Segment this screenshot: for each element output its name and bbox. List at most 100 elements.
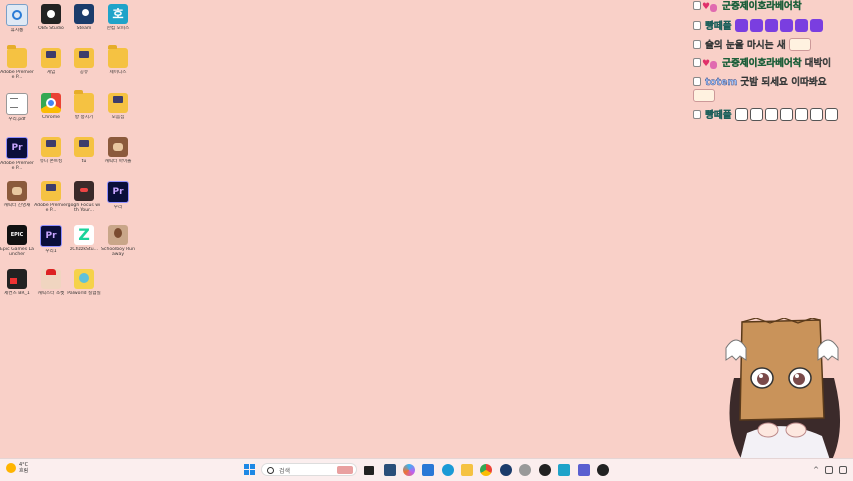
search-icon [267,467,274,474]
emote-icon [779,108,793,121]
chzzk-icon: Z [74,225,94,245]
chat-username: 빵떼플 [705,21,732,32]
emote-icon [749,108,763,121]
subscriber-badge-icon [693,21,701,30]
desktop-icon-recycle-bin[interactable]: 휴지통 [0,4,34,33]
desktop-icon-character-socket[interactable]: 캐릭스터 소켓 [34,269,68,296]
emote-icon [779,19,793,32]
desktop-icon-folder-2[interactable]: 방 송시기 [67,90,101,120]
desktop-icon-premiere-project[interactable]: Pr 우리 [101,181,135,210]
desktop-icon-premiere-3[interactable]: Adobe Premiere P... [34,181,68,214]
desktop-icon-obs[interactable]: OBS Studio [34,4,68,31]
subscriber-badge-icon [693,110,701,119]
desktop-icon-character-1[interactable]: 캐릭터 아이돌 [101,137,135,164]
desktop-icon-pdf[interactable]: 우리.pdf [0,93,34,122]
subscriber-badge-icon [693,1,701,10]
desktop-icon-folder-3[interactable]: 모음집 [101,93,135,120]
phone-icon [7,269,27,289]
steam-icon [74,4,94,24]
desktop-icon-seconds[interactable]: 세컨즈 BR_1 [0,269,34,296]
file-explorer-icon[interactable] [461,464,473,476]
character-icon [41,269,61,289]
desktop-icon-epic[interactable]: EPIC Epic Games Launcher [0,225,34,258]
desktop-icon-character-2[interactable]: 캐릭터 진영재 [0,181,34,208]
subscriber-badge-icon [693,40,701,49]
heart-icon: ♥ [702,2,711,12]
search-highlight-icon [337,466,353,474]
epic-games-icon: EPIC [7,225,27,245]
emote-icon [734,19,748,32]
app-icon[interactable] [597,464,609,476]
character-icon [7,181,27,201]
gift-icon [710,61,718,69]
taskbar-search[interactable]: 검색 [261,463,357,476]
search-input[interactable]: 검색 [279,466,290,475]
recycle-bin-icon [6,4,28,26]
app-icon[interactable] [519,464,531,476]
desktop-icon-premiere-1[interactable]: Adobe Premiere P... [0,45,34,81]
desktop-icon-chrome[interactable]: Chrome [34,93,68,120]
character-icon [108,137,128,157]
chrome-icon[interactable] [480,464,492,476]
desktop-icon-game-folder[interactable]: 게임 [34,48,68,75]
desktop-icon-chzzk[interactable]: Z zChzzkStu... [67,225,101,252]
folder-icon [41,48,61,68]
desktop-icon-steam[interactable]: Steam [67,4,101,31]
premiere-icon: Pr [6,137,28,159]
copilot-icon[interactable] [403,464,415,476]
teams-icon[interactable] [578,464,590,476]
avatar-hand [785,422,807,438]
premiere-icon: Pr [107,181,129,203]
desktop-icon-schoolboy[interactable]: Schoolboy Runaway [101,225,135,258]
emote-icon [809,108,823,121]
task-view-icon[interactable] [364,466,374,475]
folder-icon [74,137,94,157]
desktop-icon-area: 휴지통 OBS Studio Steam 호 한컴 오피스 Adobe Prem… [0,0,140,458]
taskbar: 4°C 흐림 검색 ^ [0,458,853,481]
desktop-icon-premiere-project-2[interactable]: Pr 우리1 [34,225,68,254]
weather-desc: 흐림 [19,468,29,474]
desktop-icon-palworld[interactable]: Palworld 실험실 [67,269,101,296]
desktop-icon-gogh[interactable]: gogh Focus with Your... [67,181,101,214]
document-icon [6,93,28,115]
emote-icon [764,19,778,32]
hancom-icon[interactable] [558,464,570,476]
chat-message: totem 굿밤 되세요 이따봐요 [693,76,851,103]
emote-icon [794,108,808,121]
chat-text: 굿밤 되세요 이따봐요 [740,77,827,88]
desktop-icon-folder-4[interactable]: 유니 폰트킹 [34,137,68,164]
desktop-icon-hancom[interactable]: 호 한컴 오피스 [101,4,135,31]
emote-icon [764,108,778,121]
chat-username: 군중제이호라베어착 [722,58,802,69]
emote-icon [693,89,715,102]
desktop-icon-folder-tu[interactable]: tu [67,137,101,164]
folder-icon [108,45,128,68]
desktop-icon-shared-folder[interactable]: 공유 [67,48,101,75]
weather-widget[interactable]: 4°C 흐림 [6,462,28,474]
store-icon[interactable] [422,464,434,476]
obs-icon[interactable] [539,464,551,476]
app-icon[interactable] [384,464,396,476]
obs-icon [41,4,61,24]
start-button[interactable] [244,464,256,476]
emote-icon [749,19,763,32]
chat-message: ♥ 군중제이호라베어착 [693,0,851,14]
desktop-icon-premiere-2[interactable]: Pr Adobe Premiere P... [0,137,34,172]
edge-icon[interactable] [442,464,454,476]
folder-icon [108,93,128,113]
tray-icon[interactable] [825,465,833,474]
chat-message: 빵떼플 [693,108,851,122]
emote-icon [824,108,838,121]
subscriber-badge-icon [693,58,701,67]
steam-icon[interactable] [500,464,512,476]
game-icon [108,225,128,245]
folder-icon [41,137,61,157]
stream-chat-overlay: ♥ 군중제이호라베어착 빵떼플 술의 눈을 마시는 새 ♥ 군중제이호라베어착 … [693,0,851,127]
chevron-up-icon[interactable]: ^ [813,466,819,474]
chat-text: 대박이 [804,58,832,69]
folder-icon [74,48,94,68]
chat-message: 빵떼플 [693,19,851,33]
folder-icon [41,181,61,201]
desktop-icon-folder[interactable]: 제이디스 [101,45,135,75]
tray-icon[interactable] [839,465,847,474]
